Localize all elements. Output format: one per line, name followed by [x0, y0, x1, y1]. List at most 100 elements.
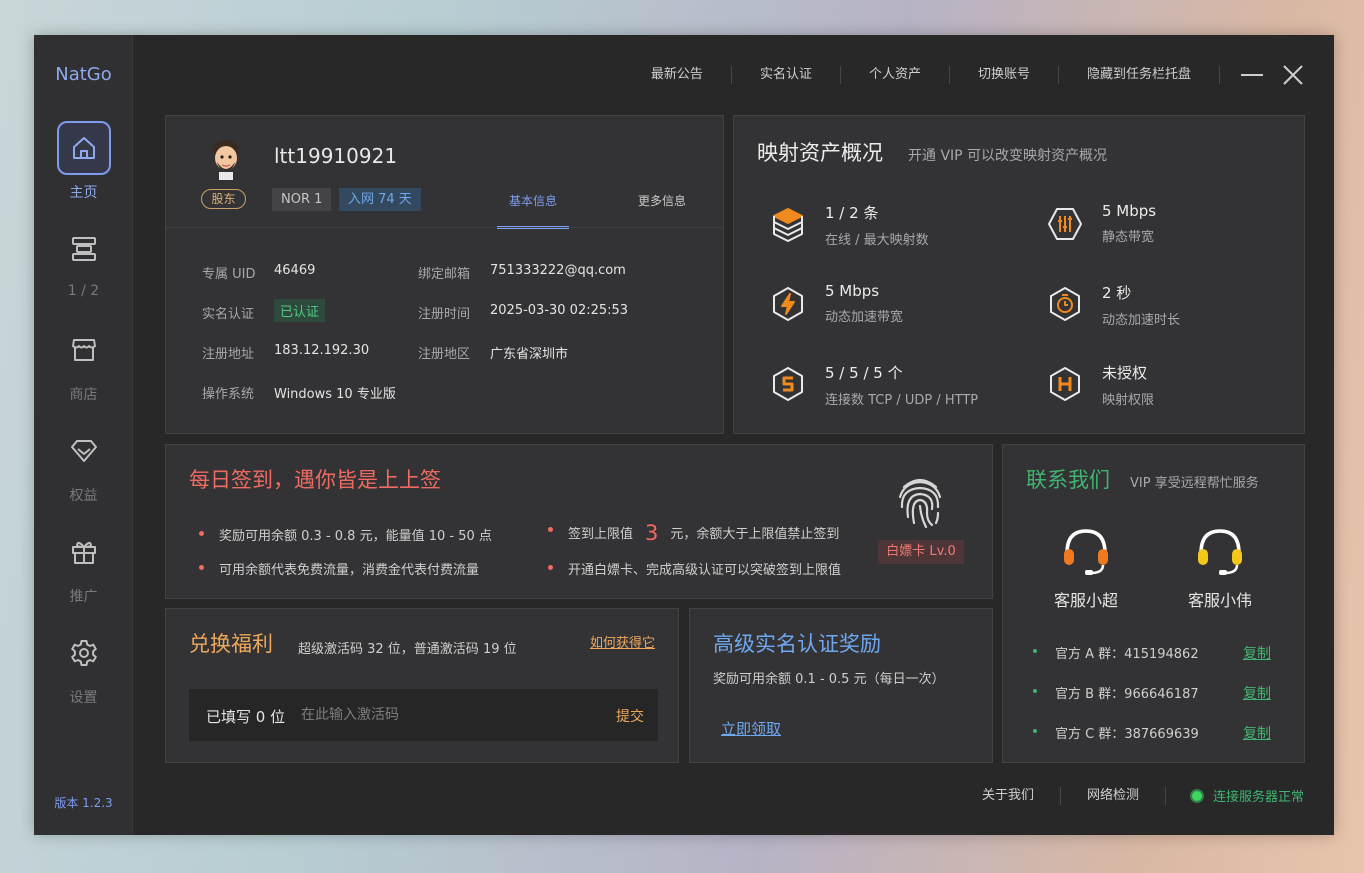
sidebar-item-promote[interactable]: 推广	[34, 525, 133, 606]
topnav-announcement[interactable]: 最新公告	[623, 66, 732, 84]
contact-subtitle: VIP 享受远程帮忙服务	[1130, 476, 1259, 491]
redeem-subtitle: 超级激活码 32 位，普通激活码 19 位	[298, 642, 517, 657]
close-button[interactable]	[1282, 64, 1304, 86]
username: ltt19910921	[274, 144, 398, 168]
sidebar-item-label: 商店	[69, 387, 98, 403]
sidebar: NatGo 主页 1 / 2 商店 权益 推广 设置 版本 1.2.3	[34, 35, 133, 835]
activation-code-box: 已填写 0 位 提交	[189, 689, 658, 741]
claim-now-link[interactable]: 立即领取	[721, 718, 781, 739]
limit-value: 3	[645, 521, 659, 545]
close-icon	[1283, 65, 1303, 85]
group-b: 官方 B 群：966646187	[1033, 683, 1199, 702]
footer-bar: 关于我们 网络检测 连接服务器正常	[956, 786, 1304, 805]
ip-label: 注册地址	[202, 347, 255, 362]
contact-title: 联系我们	[1026, 468, 1110, 492]
stat-connections: 5 / 5 / 5 个连接数 TCP / UDP / HTTP	[769, 362, 978, 408]
checkin-panel: 每日签到，遇你皆是上上签 奖励可用余额 0.3 - 0.8 元，能量值 10 -…	[165, 444, 993, 599]
equalizer-icon	[1048, 208, 1082, 240]
sidebar-item-label: 设置	[69, 690, 98, 706]
group-a: 官方 A 群：415194862	[1033, 643, 1199, 662]
activation-code-input[interactable]	[301, 701, 591, 729]
verify-label: 实名认证	[202, 307, 255, 322]
agent-xiaochao[interactable]: 客服小超	[1041, 523, 1131, 611]
stat-value: 2 秒	[1102, 284, 1132, 302]
email-label: 绑定邮箱	[418, 267, 471, 282]
gear-icon	[57, 626, 111, 680]
role-tag: 股东	[201, 189, 246, 209]
copy-group-b-button[interactable]: 复制	[1243, 683, 1271, 703]
home-icon	[56, 121, 111, 175]
app-logo: NatGo	[55, 64, 112, 85]
top-nav: 最新公告 实名认证 个人资产 切换账号 隐藏到任务栏托盘	[623, 66, 1220, 84]
region-label: 注册地区	[418, 347, 471, 362]
redeem-panel: 兑换福利 超级激活码 32 位，普通激活码 19 位 如何获得它 已填写 0 位…	[165, 608, 679, 763]
stat-value: 1 / 2 条	[825, 204, 879, 222]
sidebar-item-label: 1 / 2	[67, 283, 100, 299]
tab-more-info[interactable]: 更多信息	[638, 192, 686, 209]
stat-label: 静态带宽	[1102, 230, 1155, 245]
asset-subtitle: 开通 VIP 可以改变映射资产概况	[908, 148, 1108, 164]
os-label: 操作系统	[202, 387, 255, 402]
topnav-realname[interactable]: 实名认证	[732, 66, 841, 84]
topnav-assets[interactable]: 个人资产	[841, 66, 950, 84]
limit-pre: 签到上限值	[568, 527, 634, 542]
copy-group-c-button[interactable]: 复制	[1243, 723, 1271, 743]
os-value: Windows 10 专业版	[274, 387, 396, 402]
stat-value: 5 Mbps	[1102, 202, 1157, 220]
verify-title: 高级实名认证奖励	[713, 632, 881, 656]
regtime-value: 2025-03-30 02:25:53	[490, 303, 629, 318]
about-us-link[interactable]: 关于我们	[956, 786, 1061, 805]
copy-group-a-button[interactable]: 复制	[1243, 643, 1271, 663]
stat-label: 连接数 TCP / UDP / HTTP	[825, 393, 979, 408]
profile-panel: 股东 ltt19910921 NOR 1 入网 74 天 基本信息 更多信息 专…	[165, 115, 724, 434]
how-to-get-link[interactable]: 如何获得它	[590, 632, 655, 651]
stat-mappings: 1 / 2 条在线 / 最大映射数	[769, 202, 929, 248]
headset-icon	[1198, 529, 1242, 575]
stat-label: 在线 / 最大映射数	[825, 233, 929, 248]
whitecard-level-badge[interactable]: 白嫖卡 Lv.0	[878, 540, 964, 564]
status-text: 连接服务器正常	[1212, 790, 1304, 805]
verify-subtitle: 奖励可用余额 0.1 - 0.5 元（每日一次）	[713, 672, 945, 687]
stat-dynamic-duration: 2 秒动态加速时长	[1046, 282, 1180, 328]
diamond-icon	[57, 424, 111, 478]
filled-count: 已填写 0 位	[206, 708, 286, 726]
stat-static-bandwidth: 5 Mbps 静态带宽	[1046, 202, 1156, 245]
stat-label: 映射权限	[1102, 393, 1155, 408]
avatar	[214, 140, 238, 180]
regtime-label: 注册时间	[418, 307, 471, 322]
limit-post: 元，余额大于上限值禁止签到	[670, 527, 840, 542]
status-dot-icon	[1189, 788, 1204, 803]
sidebar-item-benefits[interactable]: 权益	[34, 424, 133, 505]
topnav-switch-account[interactable]: 切换账号	[950, 66, 1059, 84]
submit-button[interactable]: 提交	[616, 706, 644, 726]
stat-label: 动态加速时长	[1102, 313, 1181, 328]
network-check-link[interactable]: 网络检测	[1061, 786, 1166, 805]
email-value: 751333222@qq.com	[490, 263, 626, 278]
ip-value: 183.12.192.30	[274, 343, 370, 358]
mapping-icon	[57, 222, 111, 276]
timer-icon	[1050, 287, 1080, 321]
sidebar-item-home[interactable]: 主页	[34, 121, 133, 202]
redeem-title: 兑换福利	[189, 632, 273, 656]
gift-icon	[57, 525, 111, 579]
sidebar-item-label: 推广	[69, 589, 98, 605]
verify-reward-panel: 高级实名认证奖励 奖励可用余额 0.1 - 0.5 元（每日一次） 立即领取	[689, 608, 993, 763]
agent-name: 客服小超	[1053, 591, 1118, 610]
verify-status-badge: 已认证	[274, 299, 326, 322]
uid-label: 专属 UID	[202, 267, 256, 282]
topnav-hide-to-tray[interactable]: 隐藏到任务栏托盘	[1059, 66, 1220, 84]
sidebar-item-settings[interactable]: 设置	[34, 626, 133, 707]
days-chip: 入网 74 天	[339, 188, 421, 211]
agent-xiaowei[interactable]: 客服小伟	[1175, 523, 1265, 611]
sidebar-item-store[interactable]: 商店	[34, 323, 133, 404]
contact-panel: 联系我们 VIP 享受远程帮忙服务 客服小超 客服小伟 官方 A 群：41519	[1002, 444, 1305, 763]
cube-stack-icon	[773, 208, 803, 242]
minimize-button[interactable]	[1241, 64, 1263, 86]
tab-basic-info[interactable]: 基本信息	[497, 192, 569, 229]
sidebar-item-mapping[interactable]: 1 / 2	[34, 222, 133, 299]
stat-value: 未授权	[1102, 364, 1148, 382]
stat-value: 5 / 5 / 5 个	[825, 364, 903, 382]
asset-title: 映射资产概况	[757, 141, 883, 165]
fingerprint-icon[interactable]	[894, 473, 946, 529]
region-value: 广东省深圳市	[490, 347, 569, 362]
